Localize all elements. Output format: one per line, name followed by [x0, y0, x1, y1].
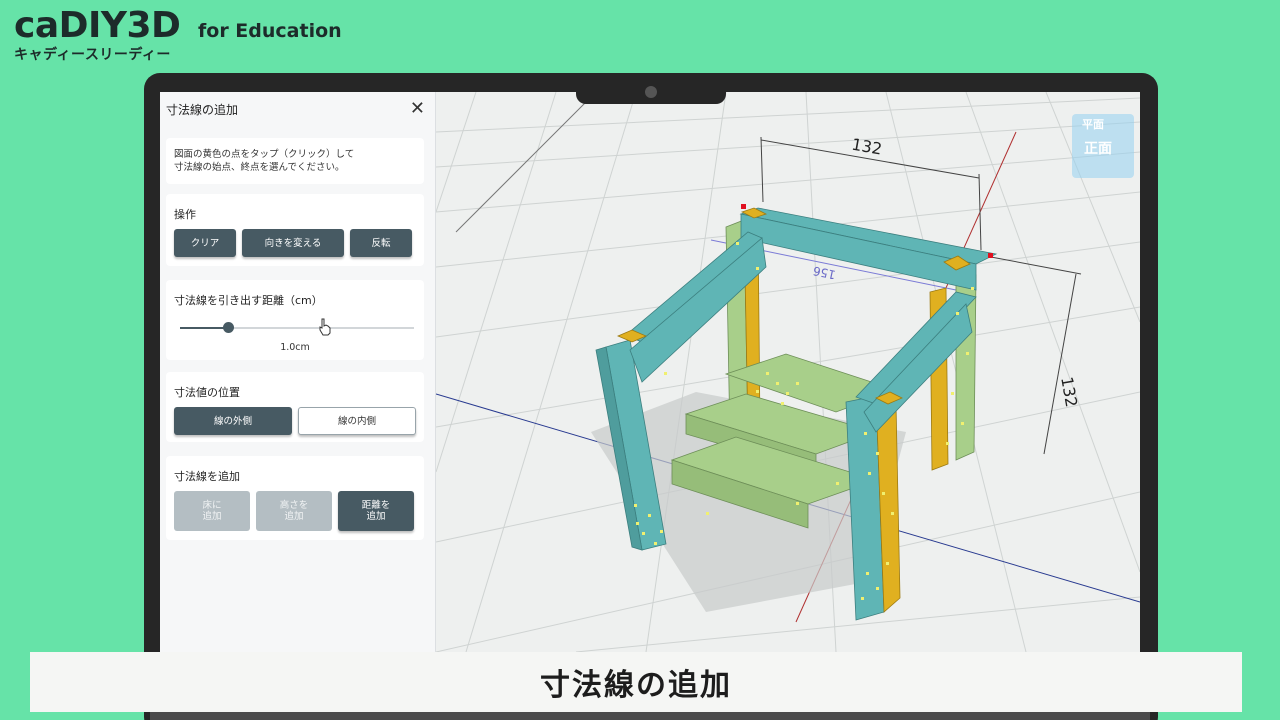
operations-card: 操作 クリア 向きを変える 反転: [166, 194, 424, 266]
add-dimension-card: 寸法線を追加 床に 追加 高さを 追加 距離を 追加: [166, 456, 424, 540]
add-floor-button[interactable]: 床に 追加: [174, 491, 250, 531]
close-icon[interactable]: ✕: [410, 100, 425, 118]
change-direction-button[interactable]: 向きを変える: [242, 229, 344, 257]
slider-fill: [180, 327, 228, 329]
end-point[interactable]: [988, 253, 993, 258]
distance-slider[interactable]: [180, 322, 414, 334]
outside-button[interactable]: 線の外側: [174, 407, 292, 435]
brand-title: caDIY3D: [14, 5, 181, 46]
panel-header: 寸法線の追加 ✕: [160, 92, 435, 126]
cursor-hand-icon: [319, 318, 331, 336]
view-cube[interactable]: 平面 正面: [1072, 114, 1134, 178]
brand: caDIY3D キャディースリーディー: [14, 5, 181, 64]
add-distance-button[interactable]: 距離を 追加: [338, 491, 414, 531]
add-height-button[interactable]: 高さを 追加: [256, 491, 332, 531]
inside-button[interactable]: 線の内側: [298, 407, 416, 435]
view-cube-top[interactable]: 平面: [1082, 116, 1104, 132]
start-point[interactable]: [741, 204, 746, 209]
caption-text: 寸法線の追加: [540, 668, 732, 703]
instruction-card: 図面の黄色の点をタップ（クリック）して 寸法線の始点、終点を選んでください。: [166, 138, 424, 184]
instruction-line-1: 図面の黄色の点をタップ（クリック）して: [174, 149, 355, 160]
brand-kana: キャディースリーディー: [14, 47, 171, 63]
app-screen: 寸法線の追加 ✕ 図面の黄色の点をタップ（クリック）して 寸法線の始点、終点を選…: [160, 92, 1140, 652]
view-cube-front[interactable]: 正面: [1084, 138, 1112, 158]
3d-viewport[interactable]: 156 132 132 平面 正面: [436, 92, 1140, 652]
flip-button[interactable]: 反転: [350, 229, 412, 257]
add-dimension-label: 寸法線を追加: [174, 470, 240, 483]
value-position-card: 寸法値の位置 線の外側 線の内側: [166, 372, 424, 442]
scene: 156 132 132: [436, 92, 1140, 652]
operations-label: 操作: [174, 208, 196, 221]
value-position-label: 寸法値の位置: [174, 386, 240, 399]
laptop-notch: [576, 86, 726, 104]
distance-label: 寸法線を引き出す距離（cm）: [174, 294, 323, 307]
distance-value: 1.0cm: [280, 342, 310, 353]
keyboard-edge: [150, 712, 1150, 720]
panel-title: 寸法線の追加: [166, 102, 239, 117]
instruction-line-2: 寸法線の始点、終点を選んでください。: [174, 162, 345, 173]
camera-icon: [645, 86, 657, 98]
caption-bar: 寸法線の追加: [30, 652, 1242, 712]
dimension-panel: 寸法線の追加 ✕ 図面の黄色の点をタップ（クリック）して 寸法線の始点、終点を選…: [160, 92, 436, 652]
slider-thumb[interactable]: [223, 322, 234, 333]
distance-card: 寸法線を引き出す距離（cm） 1.0cm: [166, 280, 424, 360]
brand-subtitle: for Education: [198, 20, 342, 42]
clear-button[interactable]: クリア: [174, 229, 236, 257]
